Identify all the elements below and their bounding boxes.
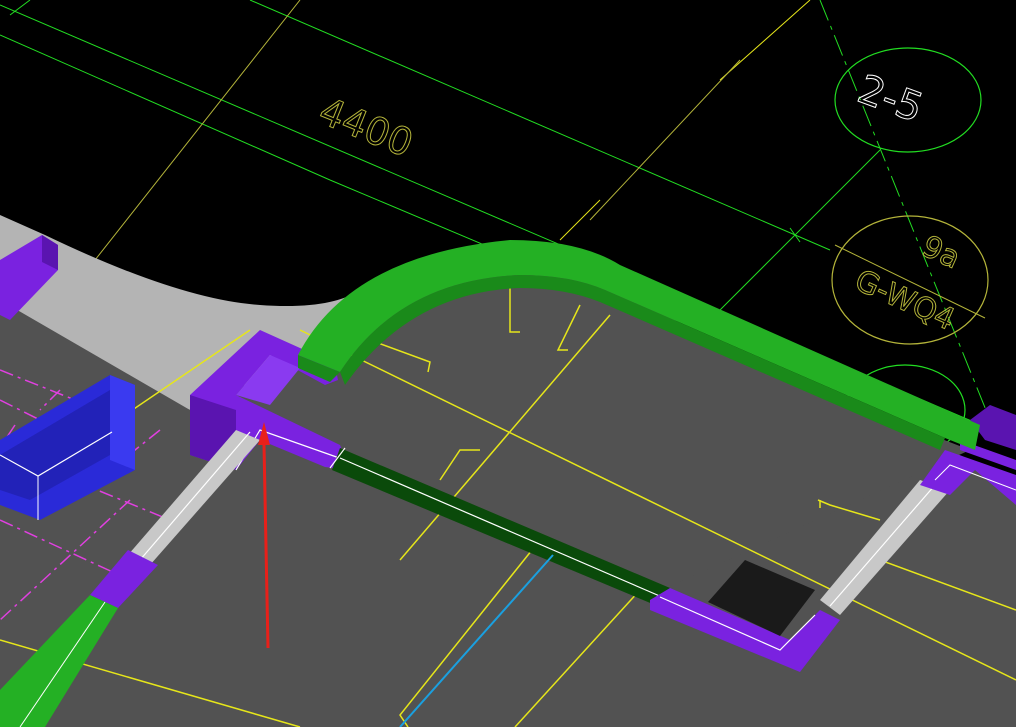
grid-line: [719, 0, 811, 81]
grid-bubble-label-top: 9a: [917, 229, 965, 276]
grid-line: [789, 227, 801, 243]
scene-canvas[interactable]: 2-5 9a G-WQ4 4400: [0, 0, 1016, 727]
grid-bubble-label-bottom: G-WQ4: [850, 263, 960, 338]
grid-line: [9, 0, 31, 16]
cad-3d-viewport[interactable]: 2-5 9a G-WQ4 4400: [0, 0, 1016, 727]
grid-bubble-2-5[interactable]: 2-5: [834, 47, 982, 153]
grid-line: [819, 0, 991, 421]
dimension-label[interactable]: 4400: [313, 88, 420, 166]
grid-line: [589, 59, 741, 221]
grid-line: [94, 0, 301, 261]
grid-line: [0, 34, 331, 181]
grid-bubble-label: 2-5: [852, 66, 929, 132]
grid-line: [559, 199, 601, 241]
